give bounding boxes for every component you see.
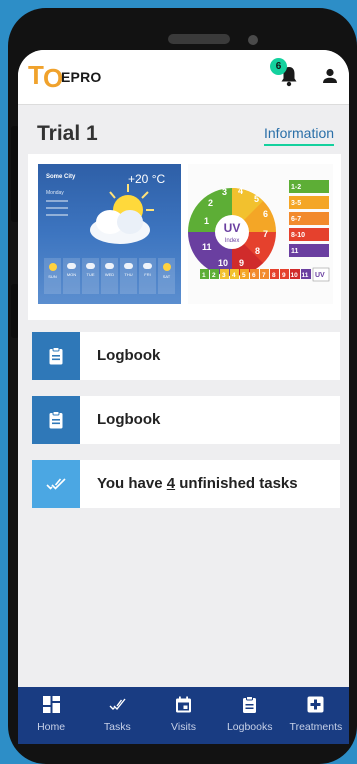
weather-image[interactable]: Some City Monday +20 °C SUN MON TUE WED … — [38, 164, 181, 304]
nav-treatments[interactable]: Treatments — [283, 687, 349, 744]
uv-index-image[interactable]: UV Index 1 2 3 4 5 6 7 8 9 10 11 1-2 3-5… — [188, 164, 333, 304]
forecast-day: MON — [63, 258, 80, 294]
nav-logbooks[interactable]: Logbooks — [217, 687, 283, 744]
information-link[interactable]: Information — [264, 125, 335, 146]
svg-text:8: 8 — [272, 272, 276, 279]
double-check-icon — [46, 478, 66, 490]
logbook-card[interactable]: Logbook — [32, 332, 340, 380]
svg-text:3: 3 — [222, 272, 226, 279]
tasks-card[interactable]: You have 4 unfinished tasks — [32, 460, 340, 508]
uv-scale-tag: UV — [315, 272, 325, 279]
uv-wheel-number: 9 — [239, 258, 244, 268]
nav-label: Visits — [171, 721, 196, 733]
logbook-card-icon-box — [32, 332, 80, 380]
nav-label: Treatments — [289, 721, 343, 733]
app-screen: T O EPRO 6 Trial 1 Information Some City… — [18, 50, 349, 744]
clipboard-icon — [49, 411, 63, 429]
tasks-card-icon-box — [32, 460, 80, 508]
weather-forecast-strip: SUN MON TUE WED THU FRI SAT — [44, 258, 175, 294]
uv-wheel-number: 3 — [222, 187, 227, 197]
logbook-card-label: Logbook — [97, 347, 161, 364]
uv-center-title: UV — [224, 221, 241, 235]
svg-text:1: 1 — [202, 272, 206, 279]
nav-label: Logbooks — [226, 721, 273, 733]
logo-letter-t: T — [28, 60, 44, 90]
uv-wheel-number: 10 — [218, 258, 228, 268]
forecast-day: SUN — [44, 258, 61, 294]
phone-speaker — [168, 34, 230, 44]
weather-detail-lines — [46, 200, 72, 221]
uv-wheel-number: 5 — [254, 194, 259, 204]
notification-badge: 6 — [270, 58, 287, 75]
forecast-day: SAT — [158, 258, 175, 294]
svg-text:6: 6 — [252, 272, 256, 279]
forecast-day: FRI — [139, 258, 156, 294]
uv-wheel-number: 4 — [238, 186, 243, 196]
logbook-card[interactable]: Logbook — [32, 396, 340, 444]
nav-label: Home — [37, 721, 66, 733]
svg-text:2: 2 — [212, 272, 216, 279]
media-card: Some City Monday +20 °C SUN MON TUE WED … — [28, 154, 341, 320]
svg-text:4: 4 — [232, 272, 236, 279]
uv-center-subtitle: Index — [225, 238, 240, 244]
svg-text:10: 10 — [291, 272, 299, 279]
uv-wheel-number: 6 — [263, 209, 268, 219]
dashboard-icon — [42, 696, 60, 713]
weather-city: Some City — [46, 174, 76, 180]
calendar-icon — [176, 696, 191, 713]
uv-legend-label: 8-10 — [291, 232, 305, 239]
uv-legend-label: 1-2 — [291, 184, 301, 191]
forecast-day: WED — [101, 258, 118, 294]
user-icon[interactable] — [322, 68, 338, 86]
unfinished-task-count: 4 — [166, 475, 176, 492]
forecast-day: TUE — [82, 258, 99, 294]
svg-text:7: 7 — [262, 272, 266, 279]
weather-day: Monday — [46, 190, 64, 196]
svg-text:5: 5 — [242, 272, 246, 279]
page-title: Trial 1 — [37, 122, 98, 145]
nav-visits[interactable]: Visits — [150, 687, 216, 744]
phone-camera — [248, 35, 258, 45]
uv-wheel-number: 2 — [208, 198, 213, 208]
uv-legend-label: 6-7 — [291, 216, 301, 223]
svg-text:9: 9 — [282, 272, 286, 279]
nav-home[interactable]: Home — [18, 687, 84, 744]
uv-wheel-number: 8 — [255, 246, 260, 256]
nav-label: Tasks — [103, 721, 131, 733]
bottom-navigation: Home Tasks Visits Logbooks Treatments — [18, 687, 349, 744]
nav-tasks[interactable]: Tasks — [84, 687, 150, 744]
forecast-day: THU — [120, 258, 137, 294]
uv-legend-label: 11 — [291, 248, 299, 255]
clipboard-icon — [49, 347, 63, 365]
clipboard-icon — [243, 696, 257, 713]
top-bar: T O EPRO 6 — [18, 50, 349, 105]
svg-text:11: 11 — [302, 272, 309, 279]
tasks-card-label: You have 4 unfinished tasks — [97, 475, 298, 492]
double-check-icon — [109, 698, 126, 711]
uv-wheel-number: 1 — [204, 216, 209, 226]
sun-cloud-icon — [90, 184, 154, 244]
logbook-card-label: Logbook — [97, 411, 161, 428]
uv-wheel-number: 11 — [202, 242, 212, 252]
uv-wheel-number: 7 — [263, 229, 268, 239]
logbook-card-icon-box — [32, 396, 80, 444]
medical-plus-icon — [307, 696, 324, 713]
uv-index-graphic: UV Index 1 2 3 4 5 6 7 8 9 10 11 1-2 3-5… — [188, 180, 330, 282]
app-name: EPRO — [61, 69, 102, 85]
uv-legend-label: 3-5 — [291, 200, 301, 207]
